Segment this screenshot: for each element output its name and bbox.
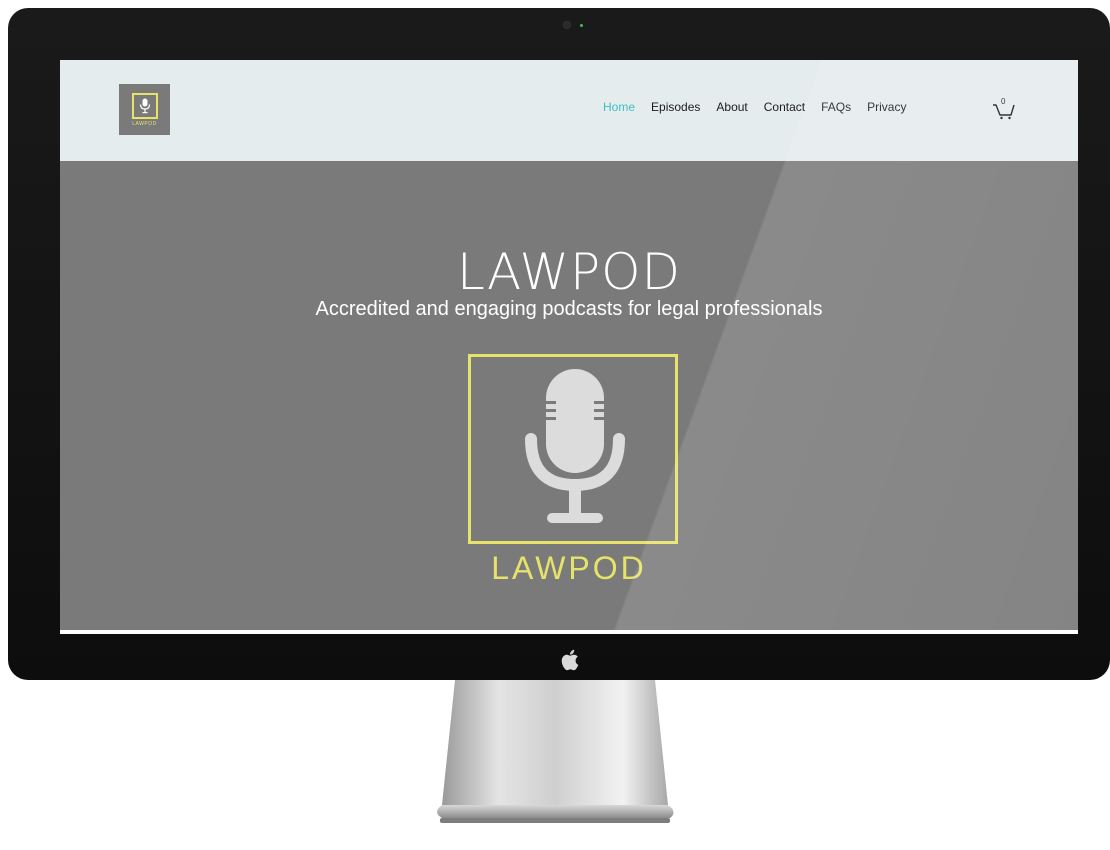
camera-icon <box>564 22 570 28</box>
apple-logo-icon <box>557 646 583 674</box>
cart-button[interactable]: 0 <box>992 97 1016 120</box>
nav-contact[interactable]: Contact <box>756 100 813 114</box>
cart-count: 0 <box>1001 97 1006 106</box>
nav-episodes[interactable]: Episodes <box>643 100 708 114</box>
website-screen: LAWPOD Home Episodes About Contact FAQs … <box>60 60 1078 634</box>
monitor-bezel: LAWPOD Home Episodes About Contact FAQs … <box>8 8 1110 680</box>
camera-led <box>580 24 583 27</box>
header-logo[interactable]: LAWPOD <box>119 84 170 135</box>
monitor-mockup: LAWPOD Home Episodes About Contact FAQs … <box>0 0 1110 850</box>
hero-logo-text: LAWPOD <box>491 550 647 586</box>
main-nav: Home Episodes About Contact FAQs Privacy <box>595 100 914 114</box>
nav-privacy[interactable]: Privacy <box>859 100 914 114</box>
nav-faqs[interactable]: FAQs <box>813 100 859 114</box>
microphone-icon <box>139 98 150 113</box>
site-header: LAWPOD Home Episodes About Contact FAQs … <box>60 60 1078 161</box>
monitor-stand <box>437 680 674 823</box>
hero-title: LAWPOD <box>457 242 681 301</box>
hero-subtitle: Accredited and engaging podcasts for leg… <box>315 298 823 320</box>
nav-home[interactable]: Home <box>595 100 643 114</box>
header-logo-text: LAWPOD <box>132 120 157 127</box>
nav-about[interactable]: About <box>708 100 755 114</box>
microphone-icon <box>525 369 625 523</box>
header-logo-frame <box>131 92 158 119</box>
screen-bottom-edge <box>60 630 1078 634</box>
hero-logo-frame <box>468 354 678 544</box>
